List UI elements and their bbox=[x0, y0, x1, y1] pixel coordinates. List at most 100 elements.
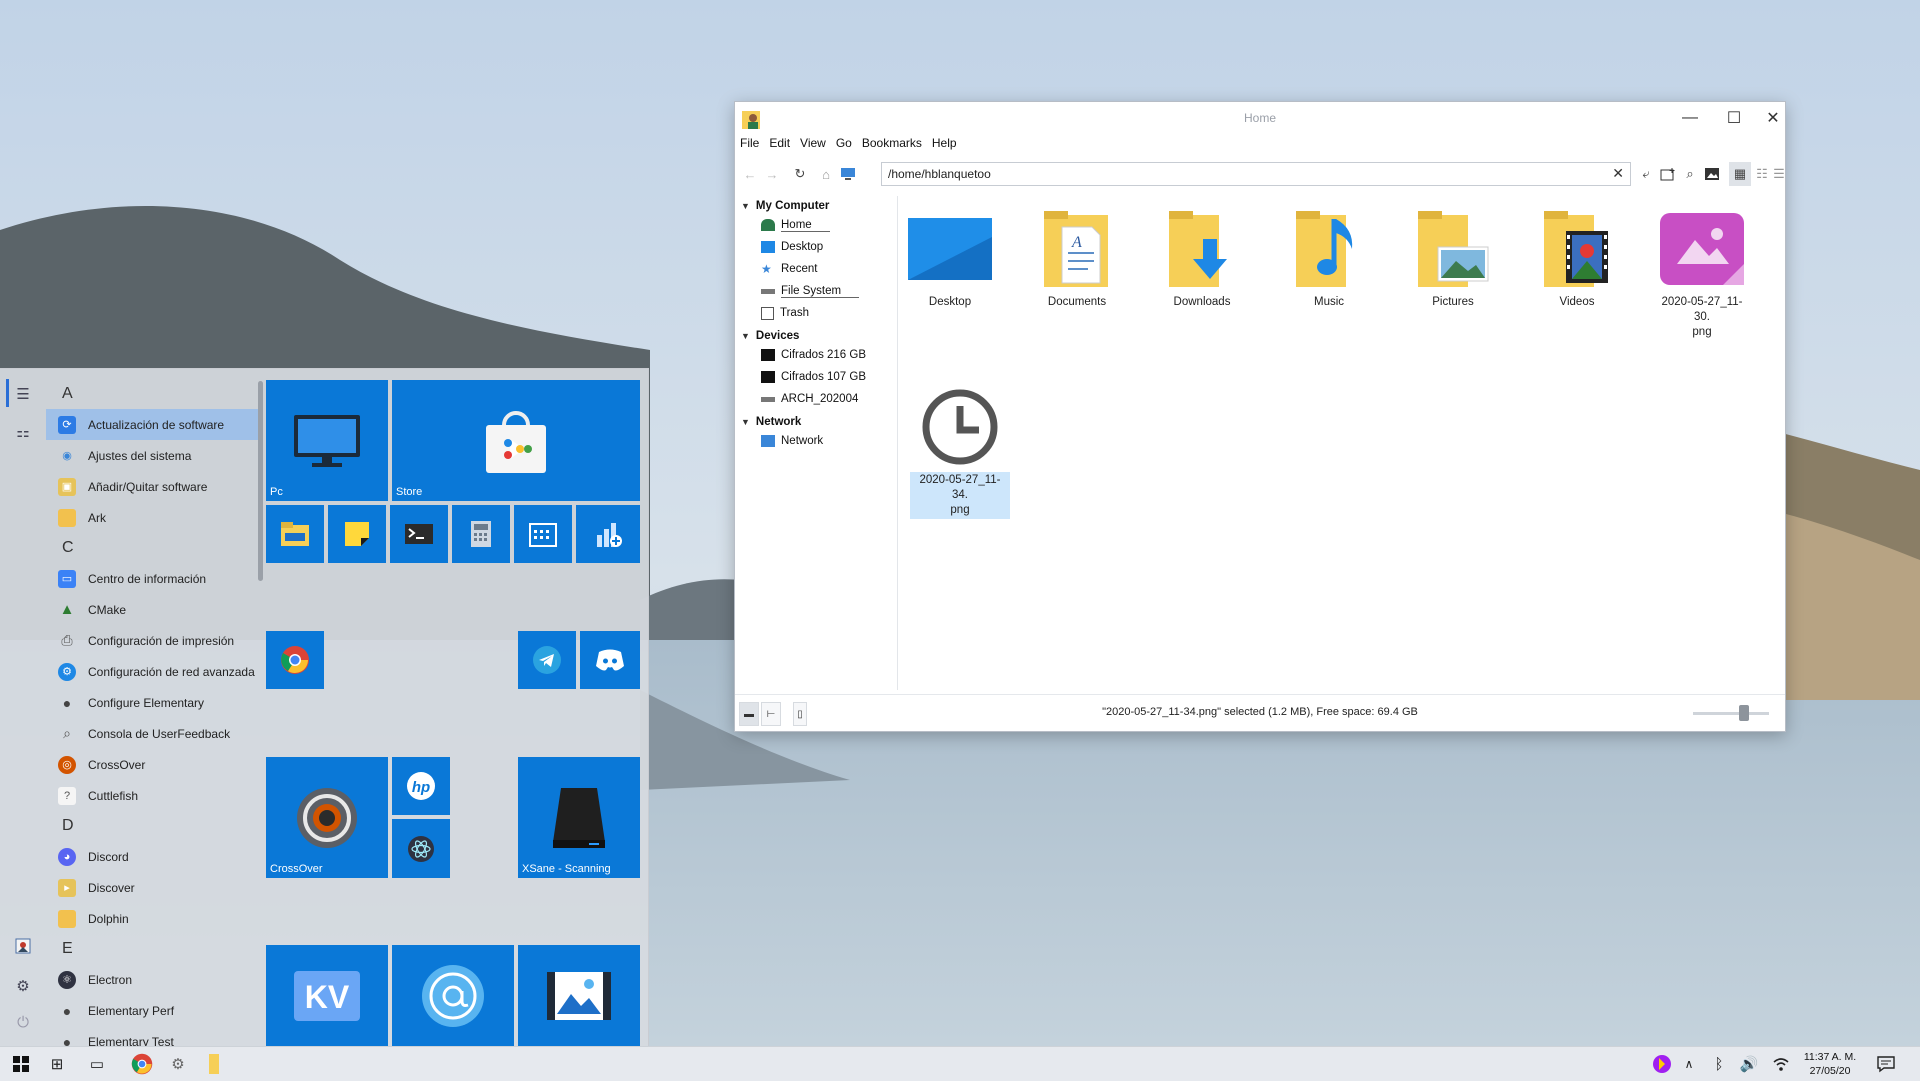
clear-address-icon[interactable]: ✕ bbox=[1612, 165, 1624, 182]
file-manager-taskbar-icon[interactable] bbox=[203, 1053, 225, 1075]
app-electron[interactable]: ⚛ Electron bbox=[46, 964, 258, 995]
icon-view-icon[interactable]: ▦ bbox=[1729, 162, 1751, 186]
all-apps-icon[interactable]: ☰ bbox=[12, 383, 34, 405]
app-cmake[interactable]: ▲ CMake bbox=[46, 594, 258, 625]
menu-file[interactable]: File bbox=[735, 136, 764, 154]
letter-d[interactable]: D bbox=[46, 811, 258, 841]
app-system-settings[interactable]: ◉ Ajustes del sistema bbox=[46, 440, 258, 471]
app-software-update[interactable]: ⟳ Actualización de software bbox=[46, 409, 258, 440]
section-network[interactable]: ▼ Network bbox=[741, 416, 801, 428]
letter-e[interactable]: E bbox=[46, 934, 258, 964]
task-view-icon[interactable]: ⊞ bbox=[46, 1053, 68, 1075]
bluetooth-icon[interactable]: ᛒ bbox=[1708, 1053, 1730, 1075]
forward-arrow-icon[interactable]: → bbox=[761, 162, 783, 186]
app-elementary-perf[interactable]: ● Elementary Perf bbox=[46, 995, 258, 1026]
search-icon[interactable]: ⌕ bbox=[1679, 162, 1701, 186]
menu-bookmarks[interactable]: Bookmarks bbox=[857, 136, 927, 154]
zoom-slider-track[interactable] bbox=[1693, 712, 1769, 715]
tile-store[interactable]: Store bbox=[392, 380, 640, 501]
home-icon[interactable]: ⌂ bbox=[815, 162, 837, 186]
sidebar-item-network[interactable]: Network bbox=[761, 432, 823, 450]
computer-icon[interactable] bbox=[837, 162, 859, 186]
address-bar[interactable]: ✕ bbox=[881, 162, 1631, 186]
clock[interactable]: 11:37 A. M. 27/05/20 bbox=[1800, 1050, 1860, 1078]
compact-view-icon[interactable]: ☷ bbox=[1751, 162, 1773, 186]
menu-help[interactable]: Help bbox=[927, 136, 962, 154]
chrome-taskbar-icon[interactable] bbox=[131, 1053, 153, 1075]
show-desktop-icon[interactable]: ▭ bbox=[86, 1053, 108, 1075]
file-music[interactable]: Music bbox=[1279, 204, 1379, 311]
settings-gear-icon[interactable]: ⚙ bbox=[12, 975, 34, 997]
reload-icon[interactable]: ↻ bbox=[789, 162, 811, 186]
app-configure-elementary[interactable]: ● Configure Elementary bbox=[46, 687, 258, 718]
letter-c[interactable]: C bbox=[46, 533, 258, 563]
back-arrow-icon[interactable]: ← bbox=[739, 162, 761, 186]
maximize-button[interactable]: ☐ bbox=[1717, 107, 1751, 129]
tile-notes[interactable] bbox=[328, 505, 386, 563]
file-png-1130[interactable]: 2020-05-27_11-30. png bbox=[1652, 204, 1752, 341]
new-folder-icon[interactable] bbox=[1657, 162, 1679, 186]
minimize-button[interactable]: — bbox=[1673, 107, 1707, 129]
detail-view-icon[interactable]: ☰ bbox=[1773, 162, 1785, 186]
notifications-icon[interactable] bbox=[1875, 1053, 1897, 1075]
app-discord[interactable]: ◕ Discord bbox=[46, 841, 258, 872]
menu-edit[interactable]: Edit bbox=[764, 136, 795, 154]
file-desktop[interactable]: Desktop bbox=[900, 204, 1000, 311]
letter-a[interactable]: A bbox=[46, 379, 258, 409]
app-tray-icon[interactable] bbox=[1651, 1053, 1673, 1075]
app-userfeedback[interactable]: ⌕ Consola de UserFeedback bbox=[46, 718, 258, 749]
tile-pc[interactable]: Pc bbox=[266, 380, 388, 501]
wifi-icon[interactable] bbox=[1770, 1053, 1792, 1075]
zoom-slider-handle[interactable] bbox=[1739, 705, 1749, 721]
tile-monitor-add[interactable] bbox=[576, 505, 640, 563]
settings-taskbar-icon[interactable]: ⚙ bbox=[167, 1053, 189, 1075]
file-videos[interactable]: Videos bbox=[1527, 204, 1627, 311]
tray-expand-icon[interactable]: ∧ bbox=[1678, 1053, 1700, 1075]
file-pictures[interactable]: Pictures bbox=[1403, 204, 1503, 311]
app-info-center[interactable]: ▭ Centro de información bbox=[46, 563, 258, 594]
open-terminal-icon[interactable]: ⤶ bbox=[1635, 162, 1657, 186]
file-downloads[interactable]: Downloads bbox=[1152, 204, 1252, 311]
menu-go[interactable]: Go bbox=[831, 136, 857, 154]
power-icon[interactable]: ⏻ bbox=[12, 1011, 34, 1033]
sidebar-item-filesystem[interactable]: File System bbox=[761, 282, 860, 300]
app-print-config[interactable]: ⎙ Configuración de impresión bbox=[46, 625, 258, 656]
app-dolphin[interactable]: Dolphin bbox=[46, 903, 258, 934]
app-elementary-test[interactable]: ● Elementary Test bbox=[46, 1026, 258, 1047]
app-list-scrollbar[interactable] bbox=[258, 381, 263, 581]
sidebar-item-trash[interactable]: Trash bbox=[761, 304, 809, 322]
tile-crossover[interactable]: CrossOver bbox=[266, 757, 388, 878]
tile-discord[interactable] bbox=[580, 631, 640, 689]
user-avatar-icon[interactable] bbox=[12, 935, 34, 957]
tile-calendar[interactable] bbox=[514, 505, 572, 563]
tile-terminal[interactable] bbox=[390, 505, 448, 563]
sidebar-item-desktop[interactable]: Desktop bbox=[761, 238, 823, 256]
sidebar-item-home[interactable]: Home bbox=[761, 216, 830, 234]
address-input[interactable] bbox=[886, 166, 1590, 182]
sidebar-item-device-3[interactable]: ARCH_202004 bbox=[761, 390, 858, 408]
close-button[interactable]: ✕ bbox=[1761, 107, 1785, 129]
tile-chrome[interactable] bbox=[266, 631, 324, 689]
start-button[interactable] bbox=[10, 1053, 32, 1075]
sidebar-item-device-2[interactable]: Cifrados 107 GB bbox=[761, 368, 866, 386]
section-devices[interactable]: ▼ Devices bbox=[741, 330, 799, 342]
tile-video-editor[interactable] bbox=[518, 945, 640, 1046]
menu-view[interactable]: View bbox=[795, 136, 831, 154]
app-cuttlefish[interactable]: ? Cuttlefish bbox=[46, 780, 258, 811]
app-ark[interactable]: Ark bbox=[46, 502, 258, 533]
tile-telegram[interactable] bbox=[518, 631, 576, 689]
tile-xsane[interactable]: XSane - Scanning bbox=[518, 757, 640, 878]
app-crossover[interactable]: ◎ CrossOver bbox=[46, 749, 258, 780]
app-network-config[interactable]: ⚙ Configuración de red avanzada bbox=[46, 656, 258, 687]
sidebar-item-device-1[interactable]: Cifrados 216 GB bbox=[761, 346, 866, 364]
file-png-1134[interactable]: 2020-05-27_11-34. png bbox=[910, 382, 1010, 519]
section-my-computer[interactable]: ▼ My Computer bbox=[741, 200, 829, 212]
tile-hp[interactable]: hp bbox=[392, 757, 450, 815]
tile-electron[interactable] bbox=[392, 819, 450, 878]
app-add-remove-software[interactable]: ▣ Añadir/Quitar software bbox=[46, 471, 258, 502]
tile-files[interactable] bbox=[266, 505, 324, 563]
window-titlebar[interactable]: Home — ☐ ✕ bbox=[735, 102, 1785, 134]
tile-email[interactable] bbox=[392, 945, 514, 1046]
tile-calculator[interactable] bbox=[452, 505, 510, 563]
sidebar-item-recent[interactable]: ★ Recent bbox=[761, 260, 817, 278]
